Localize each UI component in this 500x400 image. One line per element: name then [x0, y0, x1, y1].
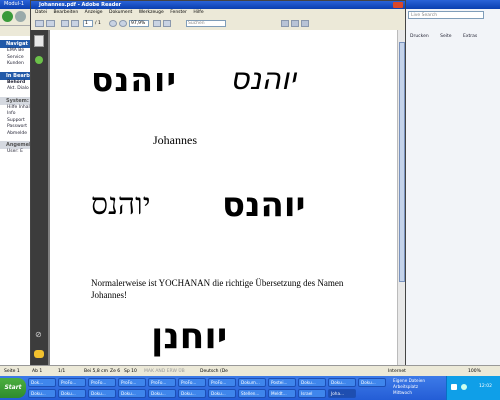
system-header: System:: [0, 96, 30, 105]
taskbar-item[interactable]: Doku...: [88, 389, 116, 398]
taskbar-item[interactable]: Doku...: [58, 389, 86, 398]
attachment-icon[interactable]: ⊘: [35, 330, 43, 339]
login-header: Angemel: [0, 141, 30, 149]
fit-page-icon[interactable]: [153, 20, 161, 27]
back-icon[interactable]: [2, 11, 13, 22]
acrobat-title: Johannes.pdf - Adobe Reader: [31, 1, 405, 9]
taskbar-item[interactable]: Stellen...: [238, 389, 266, 398]
fit-width-icon[interactable]: [163, 20, 171, 27]
navigation-pane: ⊘: [31, 30, 48, 367]
search-input[interactable]: Suchen: [186, 20, 226, 27]
acrobat-menubar: Datei Bearbeiten Anzeige Dokument Werkze…: [31, 9, 405, 17]
portal-sidebar: Navigat EMA Be Service Kunden In Bearb B…: [0, 36, 31, 376]
nav-item[interactable]: Kunden: [0, 61, 30, 68]
taskbar-item[interactable]: Israel: [298, 389, 326, 398]
taskbar-item[interactable]: Dok...: [28, 378, 56, 387]
page-total: / 1: [95, 21, 101, 26]
menu-help[interactable]: Hilfe: [193, 10, 203, 15]
taskbar-item[interactable]: Doku...: [358, 378, 386, 387]
taskbar-item-active[interactable]: Joha...: [328, 389, 356, 398]
acrobat-toolbar: 1 / 1 97,9% Suchen: [31, 17, 405, 31]
menu-edit[interactable]: Bearbeiten: [53, 10, 78, 15]
tray-network-icon[interactable]: [451, 384, 457, 390]
taskbar-item[interactable]: Doku...: [178, 389, 206, 398]
tray-clock[interactable]: 12:02: [479, 384, 492, 389]
hebrew-name-2a: יוהנס: [91, 187, 151, 222]
quick-launch: Eigene Dateien Arbeitsplatz Mittwoch: [393, 378, 445, 398]
menu-document[interactable]: Dokument: [109, 10, 132, 15]
browser-right-area: [405, 9, 500, 376]
taskbar-item[interactable]: ProFo...: [148, 378, 176, 387]
taskbar-item[interactable]: Postei...: [268, 378, 296, 387]
taskbar-item[interactable]: Meldt...: [268, 389, 296, 398]
taskbar-item[interactable]: ProFo...: [178, 378, 206, 387]
menu-file[interactable]: Datei: [35, 10, 47, 15]
tool-icon[interactable]: [291, 20, 299, 27]
taskbar-item[interactable]: ProFo...: [208, 378, 236, 387]
print-button[interactable]: Drucken: [410, 34, 429, 39]
forward-icon[interactable]: [15, 11, 26, 22]
tools-button[interactable]: Extras: [463, 34, 477, 39]
tool-icon[interactable]: [281, 20, 289, 27]
close-icon[interactable]: [393, 2, 403, 8]
start-button[interactable]: Start: [0, 378, 26, 398]
tool-icon[interactable]: [301, 20, 309, 27]
hebrew-name-1a: יוהנס: [91, 60, 178, 99]
menu-tools[interactable]: Werkzeuge: [139, 10, 164, 15]
zoom-level-select[interactable]: 97,9%: [129, 20, 149, 27]
tray-volume-icon[interactable]: [461, 384, 467, 390]
system-tray: 12:02: [446, 376, 500, 400]
quick-launch-item[interactable]: Mittwoch: [393, 390, 445, 396]
taskbar-item[interactable]: ProFo...: [58, 378, 86, 387]
menu-window[interactable]: Fenster: [170, 10, 187, 15]
pages-icon[interactable]: [34, 35, 44, 47]
prev-page-icon[interactable]: [61, 20, 69, 27]
taskbar-item[interactable]: ProFo...: [88, 378, 116, 387]
taskbar-item[interactable]: Dokum...: [238, 378, 266, 387]
hebrew-name-1b: יוהנס: [230, 62, 296, 97]
next-page-icon[interactable]: [71, 20, 79, 27]
edit-header: In Bearb: [0, 71, 30, 80]
taskbar-item[interactable]: Doku...: [328, 378, 356, 387]
taskbar-item[interactable]: Doku...: [298, 378, 326, 387]
acrobat-window: Johannes.pdf - Adobe Reader Datei Bearbe…: [30, 0, 406, 376]
zoom-in-icon[interactable]: [119, 20, 127, 27]
taskbar-item[interactable]: Doku...: [208, 389, 236, 398]
email-icon[interactable]: [46, 20, 55, 27]
taskbar-item[interactable]: Doku...: [118, 389, 146, 398]
taskbar-item[interactable]: ProFo...: [118, 378, 146, 387]
edit-item[interactable]: Akt. Dialo: [0, 86, 30, 93]
name-johannes: Johannes: [153, 133, 197, 147]
system-item[interactable]: Abmelde: [0, 131, 30, 138]
zoom-out-icon[interactable]: [109, 20, 117, 27]
login-item: User: E: [7, 149, 23, 154]
browser-search-input[interactable]: Live Search: [408, 11, 484, 19]
vertical-scrollbar[interactable]: [397, 30, 405, 367]
document-area: יוהנס יוהנס Johannes יוהנס יוהנס Normale…: [48, 30, 397, 367]
browser-command-bar: Drucken Seite Extras: [408, 33, 498, 41]
hebrew-name-2b: יוהנס: [222, 185, 306, 225]
scrollbar-thumb[interactable]: [399, 42, 405, 282]
hebrew-name-yochanan: יוחנן: [151, 316, 228, 357]
page-button[interactable]: Seite: [440, 34, 451, 39]
menu-view[interactable]: Anzeige: [85, 10, 103, 15]
page-number-input[interactable]: 1: [83, 20, 93, 27]
taskbar-item[interactable]: Doku...: [148, 389, 176, 398]
print-icon[interactable]: [35, 20, 44, 27]
pdf-page: יוהנס יוהנס Johannes יוהנס יוהנס Normale…: [50, 30, 397, 367]
taskbar-item[interactable]: Doku...: [28, 389, 56, 398]
note-sentence: Normalerweise ist YOCHANAN die richtige …: [91, 278, 344, 300]
nav-header: Navigat: [0, 40, 30, 48]
comments-icon[interactable]: [34, 350, 44, 358]
bookmark-icon[interactable]: [35, 56, 43, 64]
